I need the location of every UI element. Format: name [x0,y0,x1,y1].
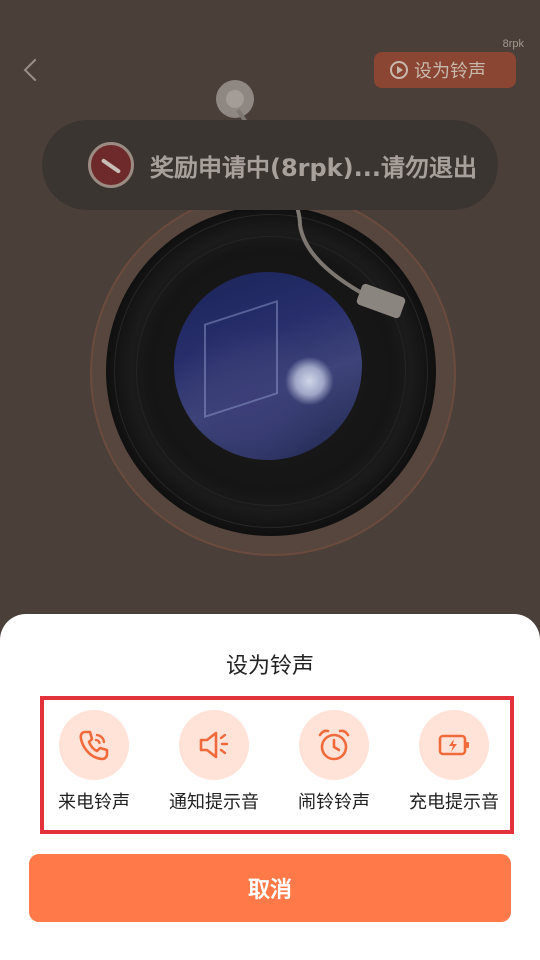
option-label: 闹铃铃声 [298,792,370,813]
reward-toast: 奖励申请中(8rpk)...请勿退出 [42,120,498,210]
option-charging-sound[interactable]: 充电提示音 [394,710,514,830]
option-label: 通知提示音 [169,792,259,813]
battery-charging-icon [419,710,489,780]
back-button[interactable] [16,54,48,86]
ringtone-bottom-sheet: 设为铃声 来电铃声 通知提示音 闹铃铃声 充电提示音 取消 [0,614,540,960]
option-notification-sound[interactable]: 通知提示音 [154,710,274,830]
sheet-title: 设为铃声 [225,654,314,679]
toast-message: 奖励申请中(8rpk)...请勿退出 [150,153,477,182]
option-label: 充电提示音 [409,792,499,813]
cancel-button[interactable]: 取消 [29,854,511,922]
option-alarm-ringtone[interactable]: 闹铃铃声 [274,710,394,830]
speaker-icon [179,710,249,780]
option-label: 来电铃声 [58,792,130,813]
option-call-ringtone[interactable]: 来电铃声 [34,710,154,830]
phone-icon [59,710,129,780]
album-cover [174,272,362,460]
alarm-clock-icon [299,710,369,780]
set-ringtone-top-button[interactable]: 设为铃声 [374,52,516,88]
play-icon [390,61,408,79]
set-ringtone-top-label: 设为铃声 [414,61,486,82]
cover-artwork [204,299,278,419]
forbidden-icon [88,142,134,188]
ringtone-options-highlight: 来电铃声 通知提示音 闹铃铃声 充电提示音 [40,696,514,834]
corner-tag: 8rpk [502,38,524,50]
